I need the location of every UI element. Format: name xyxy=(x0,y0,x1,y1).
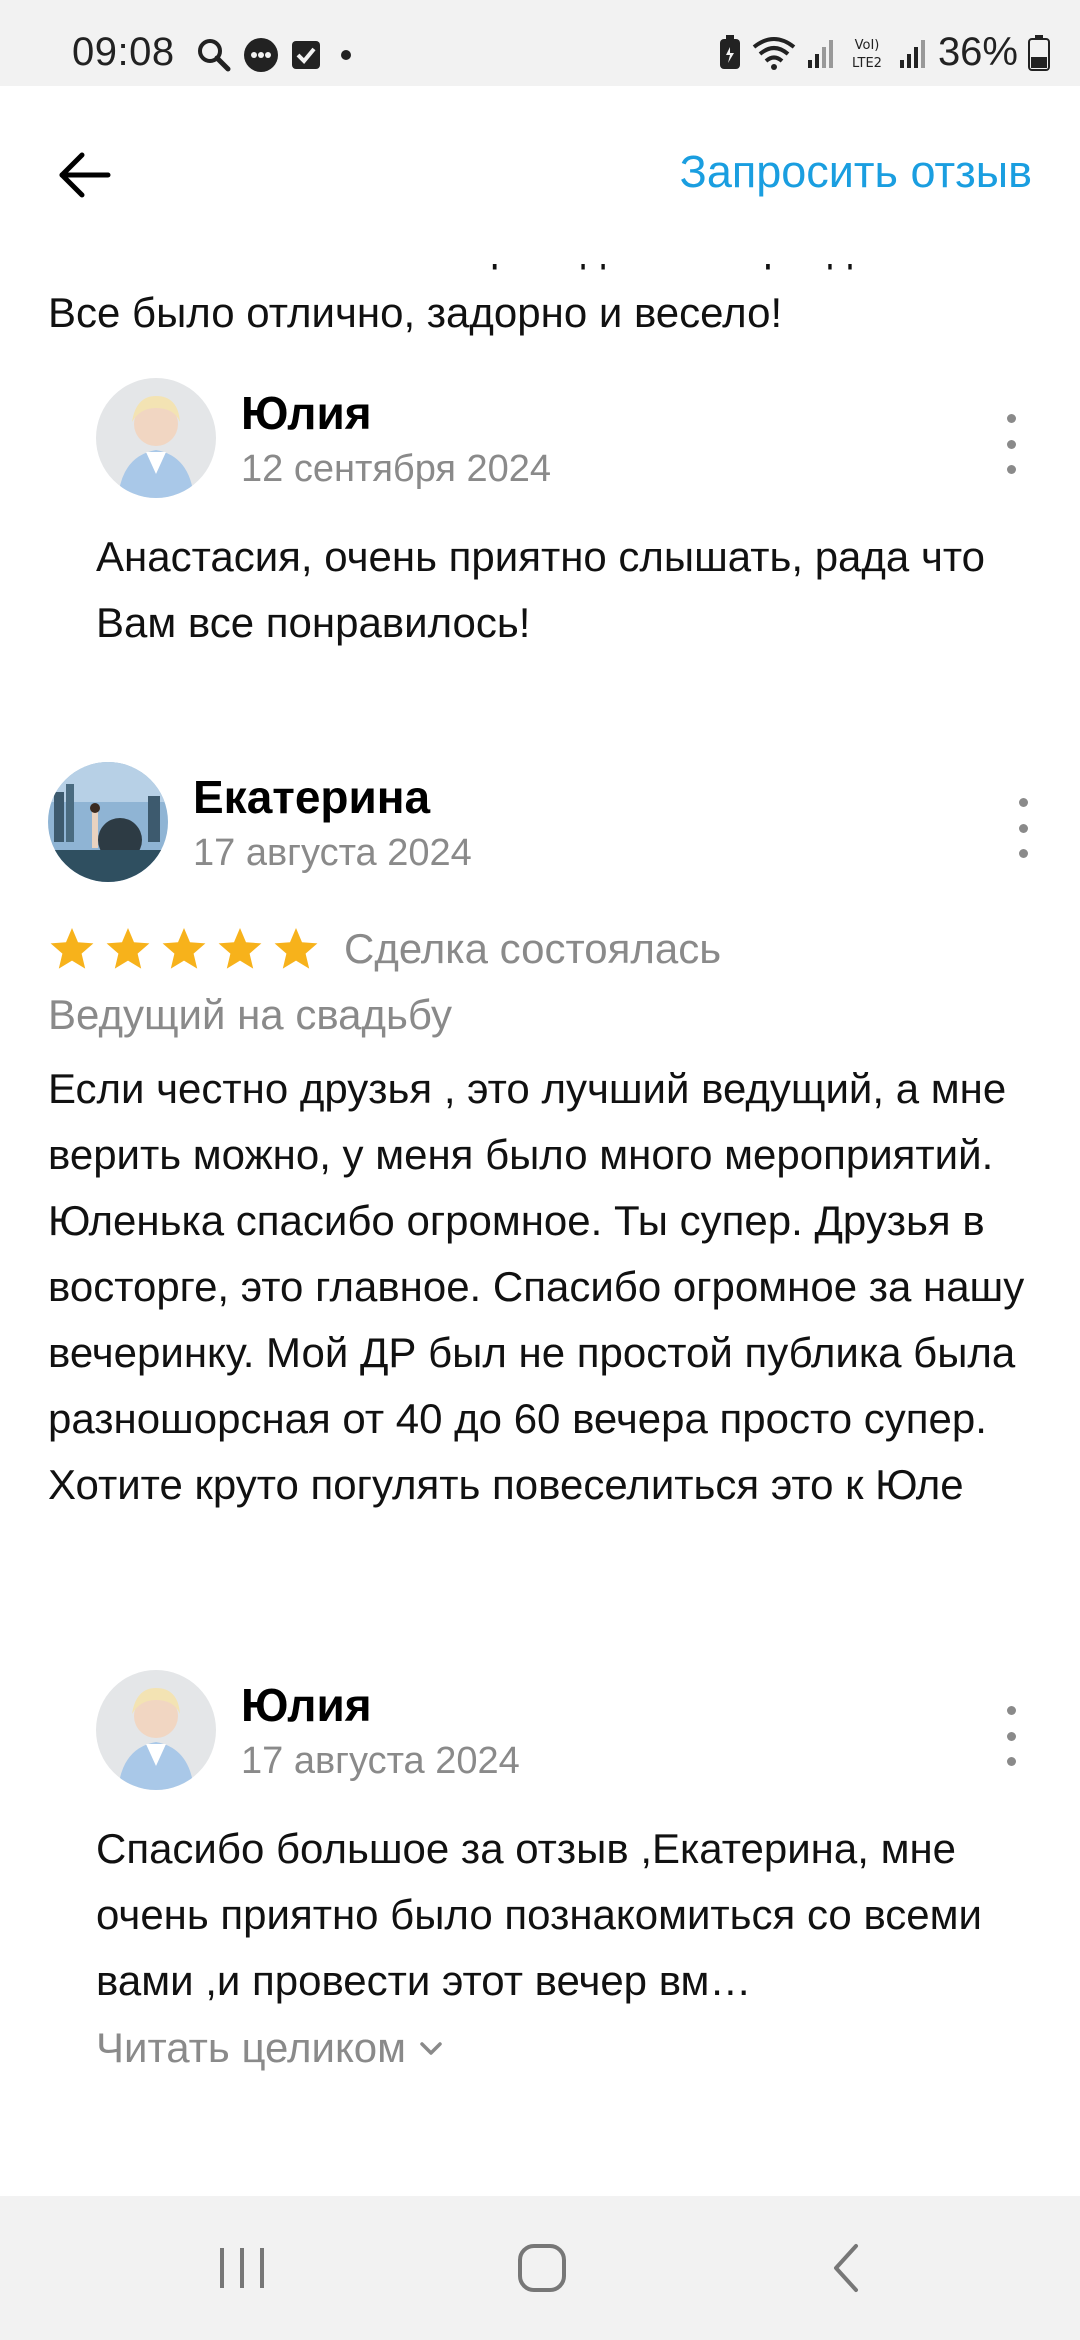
status-bar: 09:08 VoI) LTE2 36% xyxy=(0,0,1080,86)
checkbox-icon xyxy=(292,41,320,69)
back-button[interactable] xyxy=(48,144,120,206)
reply-author: Юлия 12 сентября 2024 xyxy=(96,378,1026,500)
reply-card: Юлия 12 сентября 2024 Анастасия, очень п… xyxy=(96,378,1026,656)
status-time: 09:08 xyxy=(72,30,175,74)
star-icon xyxy=(274,928,318,969)
status-icons-right: VoI) LTE2 36% xyxy=(718,30,1050,75)
author-name: Юлия xyxy=(241,387,372,439)
author-name: Юлия xyxy=(241,1679,372,1731)
chat-bubble-icon xyxy=(244,38,278,72)
home-button[interactable] xyxy=(502,2236,582,2300)
signal-icon xyxy=(899,39,925,68)
more-options-icon[interactable] xyxy=(996,414,1026,474)
star-icon xyxy=(162,928,206,969)
home-icon xyxy=(518,2244,566,2292)
read-more-label: Читать целиком xyxy=(96,2024,407,2071)
star-icon xyxy=(106,928,150,969)
avatar-image xyxy=(96,1670,216,1790)
deal-status: Сделка состоялась xyxy=(344,925,722,972)
review-card: Екатерина 17 августа 2024 Сделка состоял… xyxy=(48,762,1038,1518)
more-options-icon[interactable] xyxy=(1008,798,1038,858)
review-author: Екатерина 17 августа 2024 xyxy=(48,762,1038,884)
dot-icon xyxy=(341,50,351,60)
avatar[interactable] xyxy=(96,1670,216,1790)
recent-apps-icon xyxy=(220,2248,264,2288)
reply-text: Спасибо большое за отзыв ,Екатерина, мне… xyxy=(96,1825,982,2004)
status-icons-left xyxy=(196,36,360,74)
system-nav-bar xyxy=(0,2196,1080,2340)
reply-text: Анастасия, очень приятно слышать, рада ч… xyxy=(96,533,985,646)
reply-author: Юлия 17 августа 2024 xyxy=(96,1670,1026,1792)
service-category: Ведущий на свадьбу xyxy=(48,991,453,1038)
back-nav-button[interactable] xyxy=(806,2236,886,2300)
svg-text:VoI): VoI) xyxy=(855,38,880,53)
request-review-link[interactable]: Запросить отзыв xyxy=(680,146,1032,198)
review-date: 12 сентября 2024 xyxy=(241,448,552,490)
recent-apps-button[interactable] xyxy=(202,2236,282,2300)
avatar-image xyxy=(48,762,168,882)
review-date: 17 августа 2024 xyxy=(193,832,472,874)
avatar[interactable] xyxy=(96,378,216,498)
reviews-feed[interactable]: Спасибо большое за проведенный праздник!… xyxy=(0,236,1080,2196)
review-text: Если честно друзья , это лучший ведущий,… xyxy=(48,1065,1025,1508)
avatar[interactable] xyxy=(48,762,168,882)
review-date: 17 августа 2024 xyxy=(241,1740,520,1782)
avatar-image xyxy=(96,378,216,498)
battery-saver-icon xyxy=(719,34,740,69)
star-icon xyxy=(218,928,262,969)
top-app-bar: Запросить отзыв xyxy=(0,86,1080,264)
review-text-line: Все было отлично, задорно и весело! xyxy=(48,289,783,336)
chevron-down-icon xyxy=(420,2042,442,2055)
wifi-icon xyxy=(752,36,796,70)
battery-icon xyxy=(1028,34,1050,71)
signal-icon xyxy=(807,39,833,68)
more-options-icon[interactable] xyxy=(996,1706,1026,1766)
author-name: Екатерина xyxy=(193,771,431,823)
reply-card: Юлия 17 августа 2024 Спасибо большое за … xyxy=(96,1670,1026,2072)
search-icon xyxy=(198,39,231,72)
svg-text:LTE2: LTE2 xyxy=(852,56,882,71)
battery-percent: 36% xyxy=(937,30,1018,74)
arrow-left-icon xyxy=(59,152,111,198)
volte-icon: VoI) LTE2 xyxy=(852,38,882,71)
rating-row: Сделка состоялась xyxy=(48,916,1038,982)
back-chevron-icon xyxy=(834,2244,858,2292)
read-more-link[interactable]: Читать целиком xyxy=(96,2024,1026,2072)
star-icon xyxy=(50,928,94,969)
